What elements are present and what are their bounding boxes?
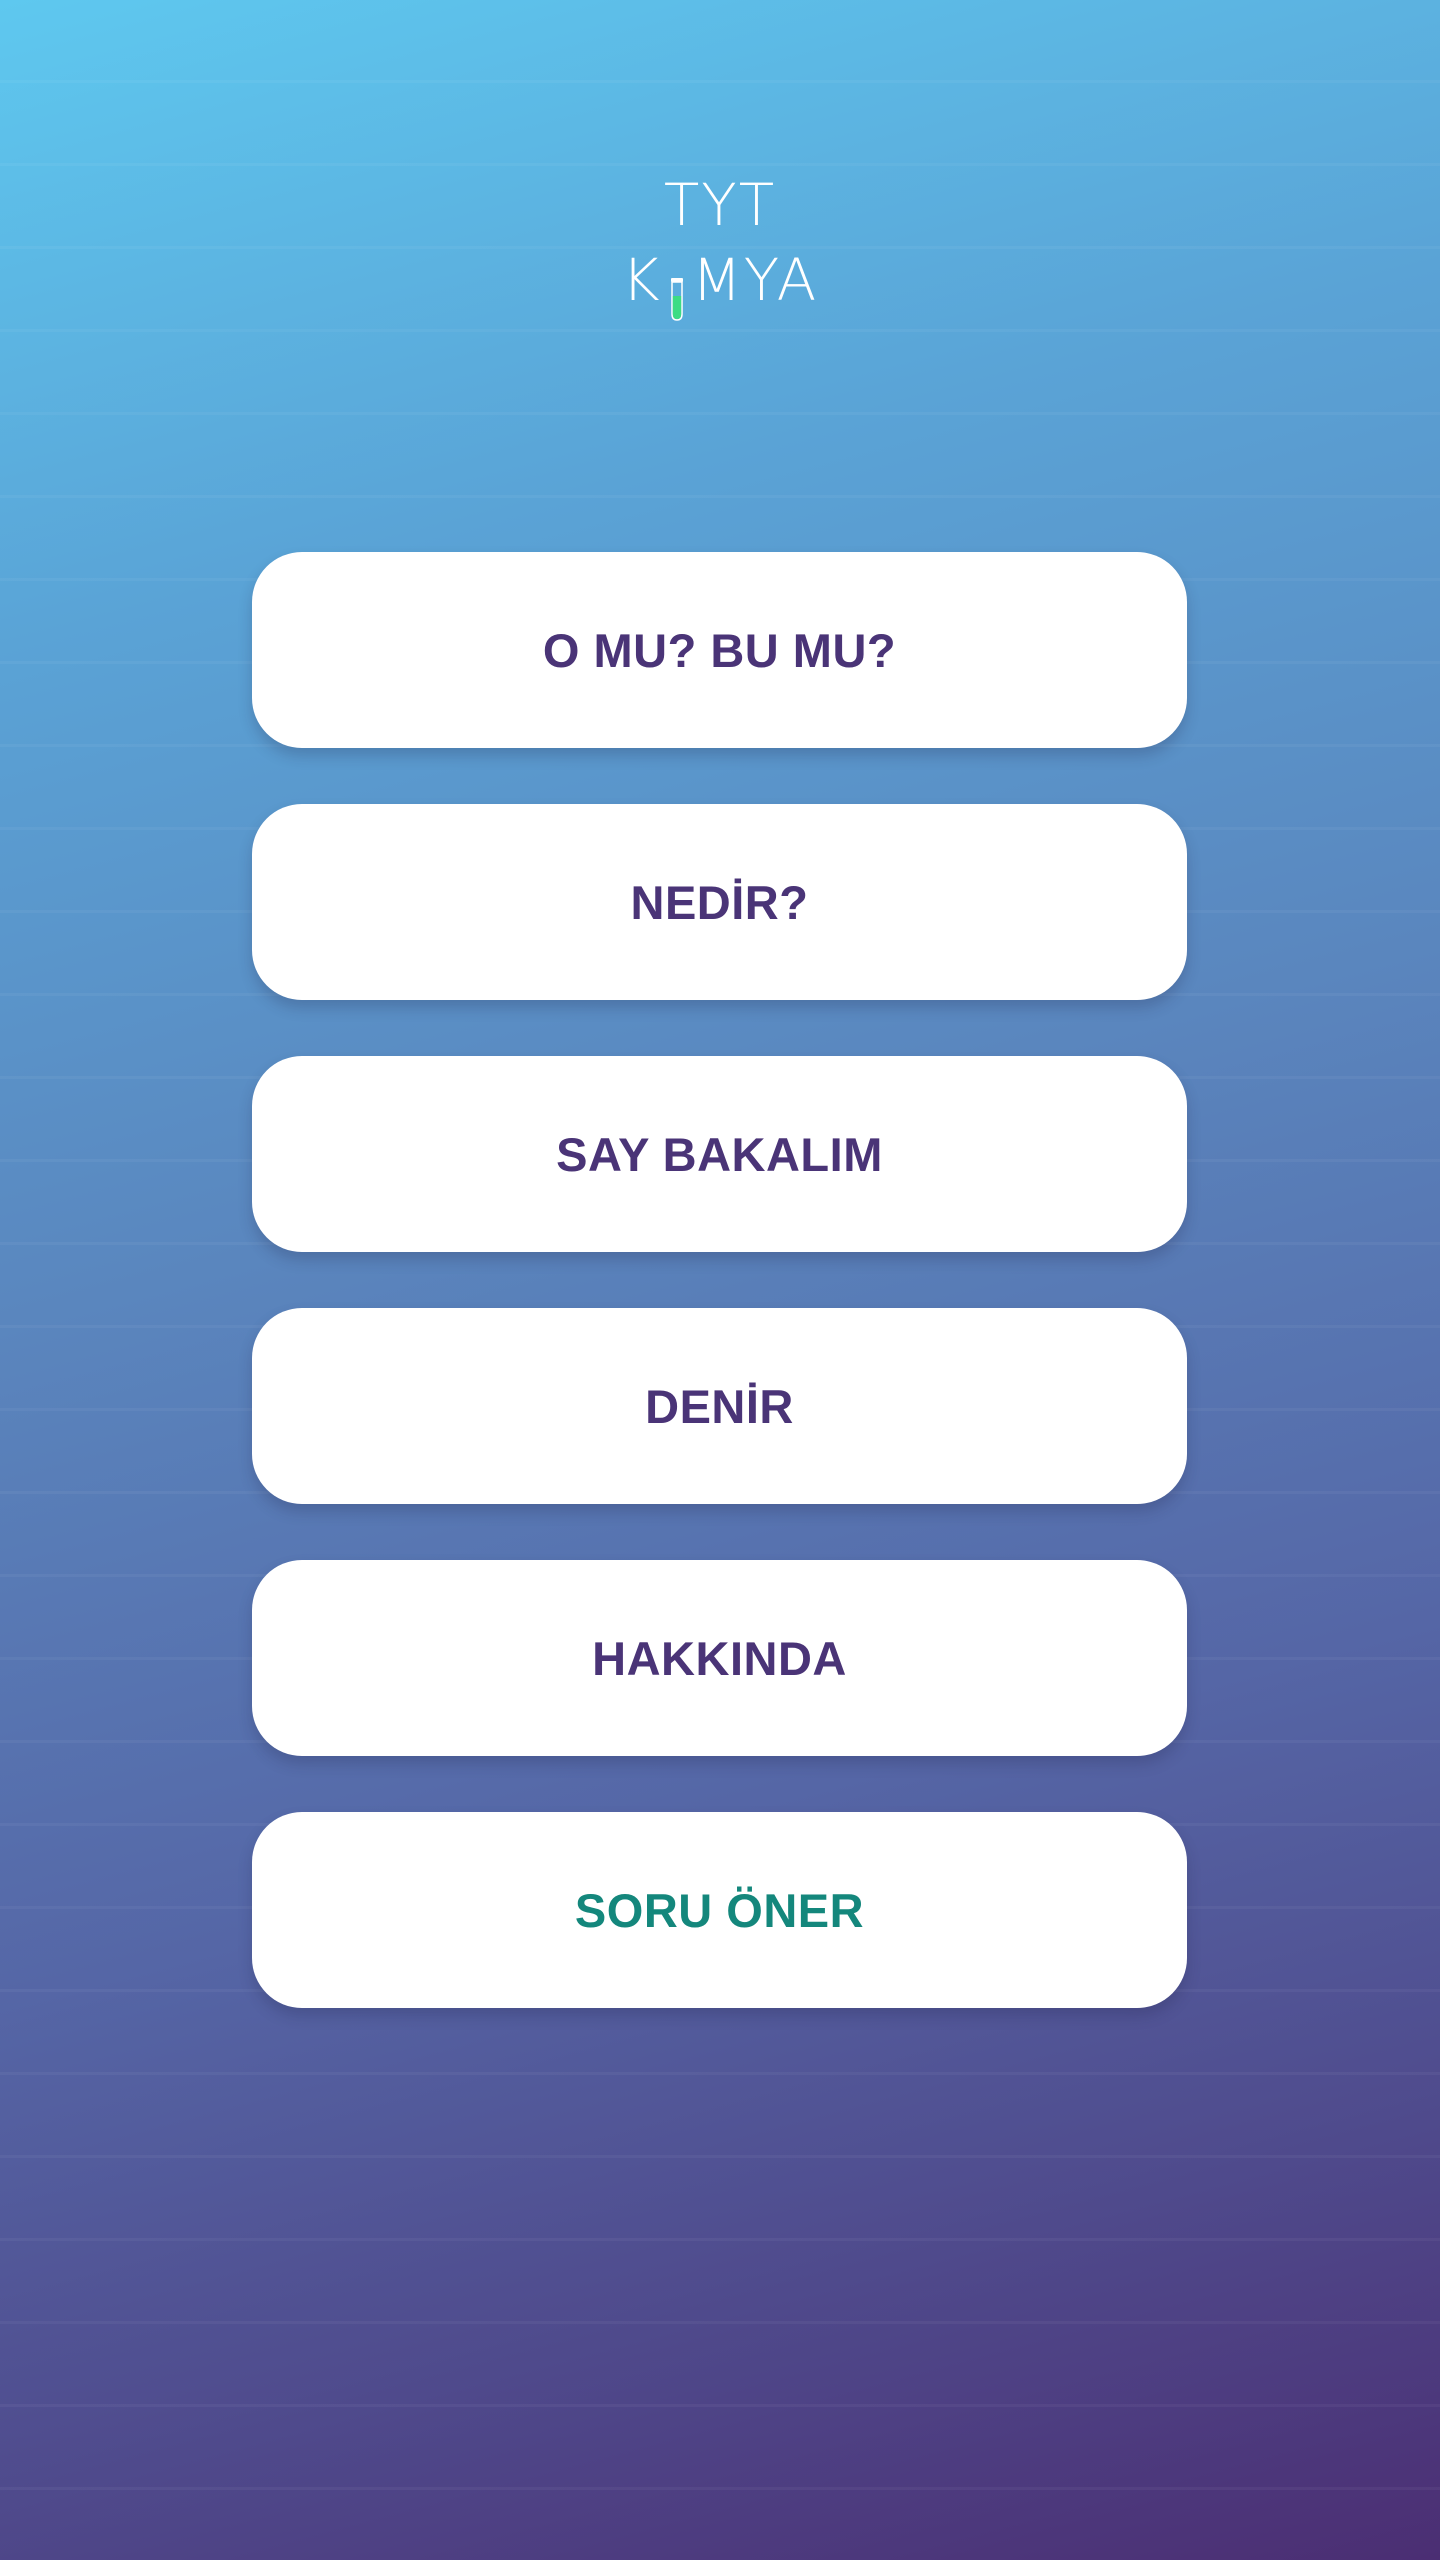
say-bakalim-button[interactable]: SAY BAKALIM	[252, 1056, 1187, 1252]
logo-title-suffix: MYA	[691, 246, 819, 314]
logo-title-line1: TYT	[663, 171, 777, 239]
test-tube-icon	[668, 262, 686, 321]
denir-button[interactable]: DENİR	[252, 1308, 1187, 1504]
o-mu-bu-mu-button[interactable]: O MU? BU MU?	[252, 552, 1187, 748]
main-menu: O MU? BU MU? NEDİR? SAY BAKALIM DENİR HA…	[252, 552, 1187, 2064]
logo-title-line2: K MYA	[0, 240, 1440, 321]
nedir-button[interactable]: NEDİR?	[252, 804, 1187, 1000]
app-logo: TYT K MYA	[0, 170, 1440, 321]
soru-oner-button[interactable]: SORU ÖNER	[252, 1812, 1187, 2008]
logo-title-prefix: K	[621, 246, 662, 314]
hakkinda-button[interactable]: HAKKINDA	[252, 1560, 1187, 1756]
